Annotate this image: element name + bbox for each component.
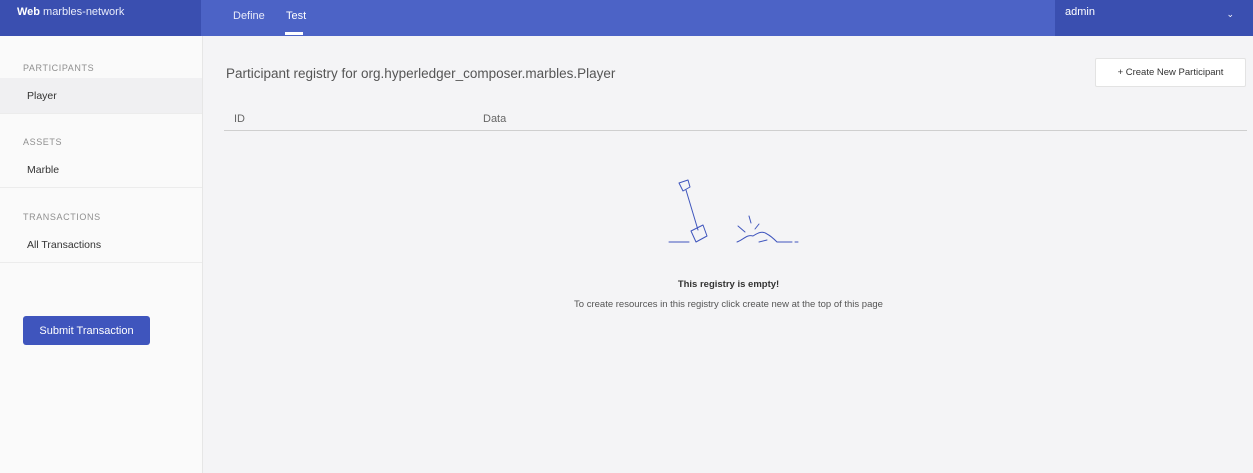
brand-bold: Web [17, 6, 41, 18]
section-title-transactions: TRANSACTIONS [23, 212, 101, 222]
tab-test[interactable]: Test [285, 0, 307, 36]
table-header: ID Data [224, 110, 1247, 131]
active-tab-indicator [285, 32, 303, 35]
empty-registry-title: This registry is empty! [677, 279, 780, 290]
network-name: marbles-network [43, 6, 125, 18]
tab-define[interactable]: Define [233, 0, 265, 36]
top-bar: Web marbles-network Define Test admin ⌄ [0, 0, 1253, 36]
user-name: admin [1065, 6, 1095, 18]
section-title-participants: PARTICIPANTS [23, 63, 95, 73]
tab-test-label: Test [286, 10, 307, 22]
shovel-icon [668, 179, 799, 243]
create-new-participant-button[interactable]: + Create New Participant [1095, 58, 1246, 87]
main-content: Participant registry for org.hyperledger… [204, 36, 1253, 473]
column-header-data: Data [483, 113, 507, 125]
chevron-down-icon: ⌄ [1226, 9, 1234, 19]
page-title: Participant registry for org.hyperledger… [226, 66, 616, 81]
sidebar: PARTICIPANTS Player ASSETS Marble TRANSA… [0, 36, 203, 473]
section-title-assets: ASSETS [23, 137, 63, 147]
submit-transaction-button[interactable]: Submit Transaction [23, 316, 150, 345]
user-menu[interactable]: admin ⌄ [1055, 0, 1253, 36]
app-brand[interactable]: Web marbles-network [0, 0, 201, 36]
empty-registry-message: To create resources in this registry cli… [574, 299, 883, 310]
sidebar-item-all-transactions[interactable]: All Transactions [0, 227, 202, 263]
column-header-id: ID [234, 113, 245, 125]
sidebar-item-player[interactable]: Player [0, 78, 202, 114]
sidebar-item-marble[interactable]: Marble [0, 152, 202, 188]
